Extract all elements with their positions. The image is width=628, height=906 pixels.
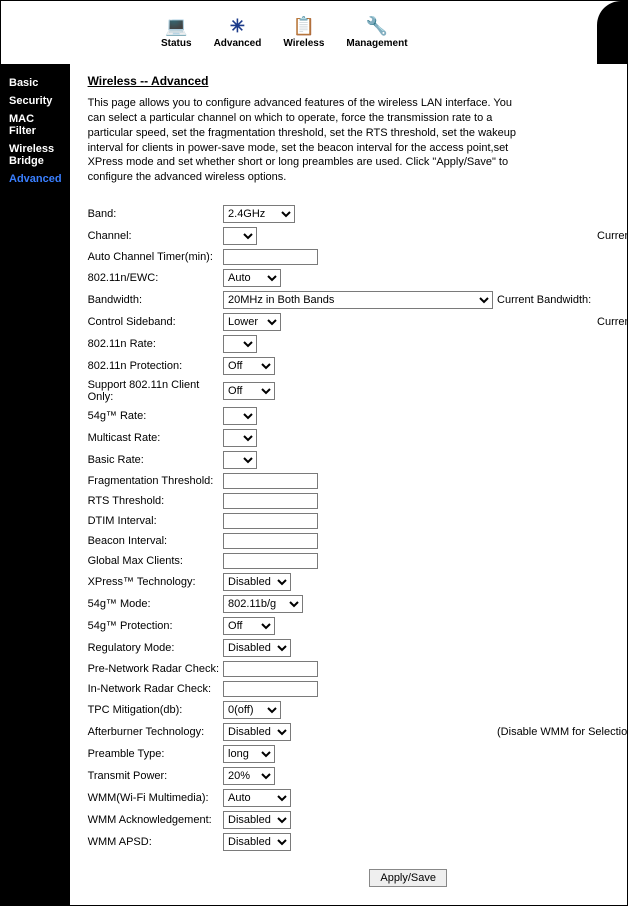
rate-54g-label: 54g™ Rate: xyxy=(88,405,223,427)
rate-11n-select[interactable] xyxy=(223,335,257,353)
nav-advanced[interactable]: ✳ Advanced xyxy=(214,16,262,49)
client-only-11n-select[interactable]: Off xyxy=(223,382,275,400)
tx-power-select[interactable]: 20% xyxy=(223,767,275,785)
page-title: Wireless -- Advanced xyxy=(88,74,628,88)
top-nav: 💻 Status ✳ Advanced 📋 Wireless 🔧 Managem… xyxy=(0,0,628,64)
wmm-select[interactable]: Auto xyxy=(223,789,291,807)
apply-row: Apply/Save xyxy=(88,853,628,887)
xpress-label: XPress™ Technology: xyxy=(88,571,223,593)
main-content: Wireless -- Advanced This page allows yo… xyxy=(70,64,628,905)
tools-icon: 🔧 xyxy=(367,16,387,36)
afterburner-select[interactable]: Disabled xyxy=(223,723,291,741)
in-radar-input[interactable] xyxy=(223,681,318,697)
nav-label: Management xyxy=(346,38,407,49)
laptop-icon: 💻 xyxy=(166,16,186,36)
bandwidth-select[interactable]: 20MHz in Both Bands xyxy=(223,291,493,309)
wmm-ack-label: WMM Acknowledgement: xyxy=(88,809,223,831)
client-only-11n-label: Support 802.11n Client Only: xyxy=(88,377,223,405)
preamble-label: Preamble Type: xyxy=(88,743,223,765)
sidebar-item-security[interactable]: Security xyxy=(9,92,62,110)
auto-channel-timer-label: Auto Channel Timer(min): xyxy=(88,247,223,267)
multicast-rate-select[interactable] xyxy=(223,429,257,447)
nav-wireless[interactable]: 📋 Wireless xyxy=(283,16,324,49)
auto-channel-timer-input[interactable] xyxy=(223,249,318,265)
settings-form: Band: 2.4GHz Channel: Current Channel: A… xyxy=(88,203,628,853)
channel-select[interactable] xyxy=(223,227,257,245)
rts-threshold-input[interactable] xyxy=(223,493,318,509)
current-control-sideband-label: Current Control Sideband: xyxy=(497,311,628,333)
sidebar: Basic Security MAC Filter Wireless Bridg… xyxy=(1,64,70,905)
global-max-clients-label: Global Max Clients: xyxy=(88,551,223,571)
pre-radar-label: Pre-Network Radar Check: xyxy=(88,659,223,679)
clipboard-icon: 📋 xyxy=(294,16,314,36)
beacon-interval-input[interactable] xyxy=(223,533,318,549)
protection-54g-select[interactable]: Off xyxy=(223,617,275,635)
global-max-clients-input[interactable] xyxy=(223,553,318,569)
n-ewc-select[interactable]: Auto xyxy=(223,269,281,287)
rate-54g-select[interactable] xyxy=(223,407,257,425)
channel-label: Channel: xyxy=(88,225,223,247)
tpc-label: TPC Mitigation(db): xyxy=(88,699,223,721)
control-sideband-label: Control Sideband: xyxy=(88,311,223,333)
protection-11n-select[interactable]: Off xyxy=(223,357,275,375)
sidebar-item-mac-filter[interactable]: MAC Filter xyxy=(9,110,62,140)
frag-threshold-input[interactable] xyxy=(223,473,318,489)
preamble-select[interactable]: long xyxy=(223,745,275,763)
in-radar-label: In-Network Radar Check: xyxy=(88,679,223,699)
tx-power-label: Transmit Power: xyxy=(88,765,223,787)
basic-rate-label: Basic Rate: xyxy=(88,449,223,471)
beacon-interval-label: Beacon Interval: xyxy=(88,531,223,551)
band-select[interactable]: 2.4GHz xyxy=(223,205,295,223)
mode-54g-label: 54g™ Mode: xyxy=(88,593,223,615)
nav-label: Advanced xyxy=(214,38,262,49)
basic-rate-select[interactable] xyxy=(223,451,257,469)
nav-status[interactable]: 💻 Status xyxy=(161,16,192,49)
burst-icon: ✳ xyxy=(227,16,247,36)
mode-54g-select[interactable]: 802.11b/g xyxy=(223,595,303,613)
rts-threshold-label: RTS Threshold: xyxy=(88,491,223,511)
nav-label: Wireless xyxy=(283,38,324,49)
nav-management[interactable]: 🔧 Management xyxy=(346,16,407,49)
wmm-apsd-label: WMM APSD: xyxy=(88,831,223,853)
xpress-select[interactable]: Disabled xyxy=(223,573,291,591)
sidebar-item-basic[interactable]: Basic xyxy=(9,74,62,92)
tpc-select[interactable]: 0(off) xyxy=(223,701,281,719)
sidebar-item-advanced[interactable]: Advanced xyxy=(9,170,62,188)
wmm-label: WMM(Wi-Fi Multimedia): xyxy=(88,787,223,809)
apply-save-button[interactable]: Apply/Save xyxy=(369,869,447,887)
afterburner-label: Afterburner Technology: xyxy=(88,721,223,743)
multicast-rate-label: Multicast Rate: xyxy=(88,427,223,449)
wmm-ack-select[interactable]: Disabled xyxy=(223,811,291,829)
main-container: Basic Security MAC Filter Wireless Bridg… xyxy=(0,64,628,906)
current-bandwidth-label: Current Bandwidth: xyxy=(497,289,628,311)
nav-label: Status xyxy=(161,38,192,49)
frag-threshold-label: Fragmentation Threshold: xyxy=(88,471,223,491)
current-channel-label: Current Channel: xyxy=(497,225,628,247)
regulatory-mode-select[interactable]: Disabled xyxy=(223,639,291,657)
protection-11n-label: 802.11n Protection: xyxy=(88,355,223,377)
control-sideband-select[interactable]: Lower xyxy=(223,313,281,331)
rate-11n-label: 802.11n Rate: xyxy=(88,333,223,355)
band-label: Band: xyxy=(88,203,223,225)
dtim-interval-label: DTIM Interval: xyxy=(88,511,223,531)
bandwidth-label: Bandwidth: xyxy=(88,289,223,311)
regulatory-mode-label: Regulatory Mode: xyxy=(88,637,223,659)
afterburner-note: (Disable WMM for Selection) xyxy=(497,721,628,743)
page-description: This page allows you to configure advanc… xyxy=(88,96,528,185)
protection-54g-label: 54g™ Protection: xyxy=(88,615,223,637)
dtim-interval-input[interactable] xyxy=(223,513,318,529)
wmm-apsd-select[interactable]: Disabled xyxy=(223,833,291,851)
sidebar-item-wireless-bridge[interactable]: Wireless Bridge xyxy=(9,140,62,170)
pre-radar-input[interactable] xyxy=(223,661,318,677)
n-ewc-label: 802.11n/EWC: xyxy=(88,267,223,289)
